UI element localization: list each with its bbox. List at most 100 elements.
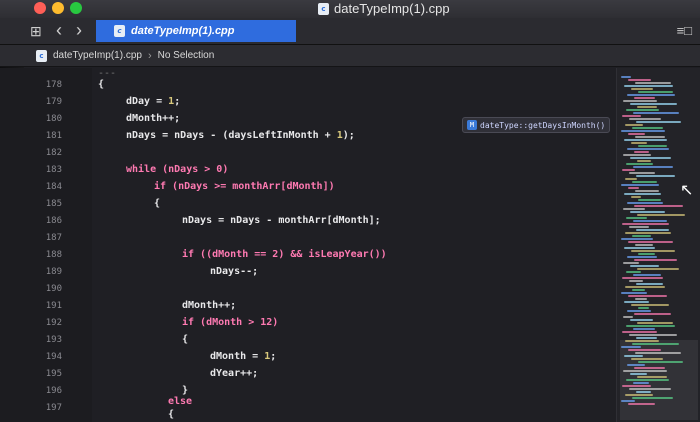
minimap-line — [621, 400, 635, 402]
minimap-line — [626, 217, 647, 219]
minimap-line — [633, 220, 667, 222]
minimap-line — [622, 169, 635, 171]
grid-icon[interactable]: ⊞ — [30, 24, 44, 38]
minimap-line — [621, 346, 641, 348]
minimap-line — [630, 211, 665, 213]
zoom-window-button[interactable] — [70, 2, 82, 14]
method-icon: M — [467, 120, 477, 130]
minimap-line — [622, 223, 669, 225]
line-number: 191 — [45, 301, 62, 311]
minimap-line — [621, 130, 665, 132]
minimap-line — [632, 397, 673, 399]
line-number: 194 — [45, 352, 62, 362]
code-line: dYear++; — [210, 368, 259, 379]
back-button[interactable]: ‹ — [56, 21, 62, 39]
minimap[interactable] — [616, 68, 700, 422]
line-number: 180 — [45, 114, 62, 124]
code-line: while (nDays > 0) — [126, 164, 229, 175]
minimap-line — [623, 370, 667, 372]
code-line: { — [182, 334, 189, 345]
line-number: 188 — [45, 250, 62, 260]
minimap-line — [633, 166, 673, 168]
minimap-line — [622, 385, 651, 387]
minimap-line — [628, 349, 661, 351]
line-number: 184 — [45, 182, 62, 192]
tab-bar: ⊞ ‹ › c dateTypeImp(1).cpp ≡□ — [0, 18, 700, 45]
minimap-line — [627, 256, 657, 258]
minimap-line — [627, 202, 663, 204]
mouse-pointer-icon: ↖ — [680, 182, 694, 199]
line-number: 185 — [45, 199, 62, 209]
minimap-line — [636, 391, 651, 393]
cpp-file-icon: c — [318, 2, 329, 15]
jump-bar-file[interactable]: dateTypeImp(1).cpp — [53, 50, 142, 61]
line-number: 190 — [45, 284, 62, 294]
minimap-line — [627, 310, 651, 312]
minimap-line — [632, 235, 651, 237]
minimap-line — [627, 94, 675, 96]
minimize-window-button[interactable] — [52, 2, 64, 14]
code-line: { — [154, 198, 161, 209]
function-indicator[interactable]: M dateType::getDaysInMonth() — [462, 117, 611, 133]
minimap-line — [638, 253, 655, 255]
minimap-line — [634, 205, 683, 207]
minimap-line — [623, 316, 633, 318]
minimap-line — [621, 184, 659, 186]
minimap-line — [626, 163, 653, 165]
editor-options-icon[interactable]: ≡□ — [677, 23, 692, 38]
minimap-line — [637, 160, 651, 162]
minimap-line — [633, 382, 649, 384]
minimap-line — [629, 388, 671, 390]
minimap-line — [625, 286, 665, 288]
close-window-button[interactable] — [34, 2, 46, 14]
minimap-line — [636, 337, 657, 339]
function-name: dateType::getDaysInMonth() — [480, 120, 606, 130]
forward-button[interactable]: › — [76, 21, 82, 39]
line-number: 196 — [45, 386, 62, 396]
minimap-line — [627, 148, 669, 150]
minimap-line — [630, 319, 653, 321]
minimap-line — [630, 103, 677, 105]
minimap-line — [628, 133, 645, 135]
code-line: nDays = nDays - monthArr[dMonth]; — [182, 215, 381, 226]
jump-bar-selection[interactable]: No Selection — [158, 50, 215, 61]
code-line: { — [98, 79, 105, 90]
line-number: 178 — [45, 80, 62, 90]
minimap-line — [621, 238, 653, 240]
minimap-line — [633, 112, 679, 114]
minimap-line — [628, 241, 673, 243]
minimap-line — [636, 175, 675, 177]
minimap-line — [635, 190, 659, 192]
line-number: 183 — [45, 165, 62, 175]
minimap-line — [637, 322, 673, 324]
minimap-line — [632, 343, 679, 345]
minimap-line — [635, 136, 665, 138]
minimap-line — [629, 118, 661, 120]
minimap-line — [625, 178, 637, 180]
minimap-line — [634, 367, 665, 369]
code-line: nDays--; — [210, 266, 259, 277]
minimap-line — [629, 280, 643, 282]
minimap-line — [622, 115, 641, 117]
minimap-line — [626, 325, 675, 327]
code-editor[interactable]: --- 178 179 180 181 182 183 184 185 186 … — [0, 68, 616, 422]
cpp-file-icon: c — [114, 25, 125, 37]
minimap-line — [625, 394, 653, 396]
line-number: 179 — [45, 97, 62, 107]
minimap-line — [622, 331, 657, 333]
minimap-line — [631, 358, 663, 360]
minimap-line — [630, 265, 659, 267]
code-separator: --- — [98, 68, 117, 79]
window-title-text: dateTypeImp(1).cpp — [334, 1, 450, 16]
tab-active-file[interactable]: c dateTypeImp(1).cpp — [96, 20, 296, 42]
minimap-line — [638, 361, 683, 363]
code-line: nDays = nDays - (daysLeftInMonth + 1); — [126, 130, 355, 141]
minimap-line — [628, 295, 667, 297]
code-line: else — [168, 396, 193, 407]
line-number: 187 — [45, 233, 62, 243]
minimap-line — [623, 154, 651, 156]
minimap-line — [636, 283, 663, 285]
line-number: 189 — [45, 267, 62, 277]
minimap-line — [629, 334, 677, 336]
minimap-line — [631, 196, 641, 198]
